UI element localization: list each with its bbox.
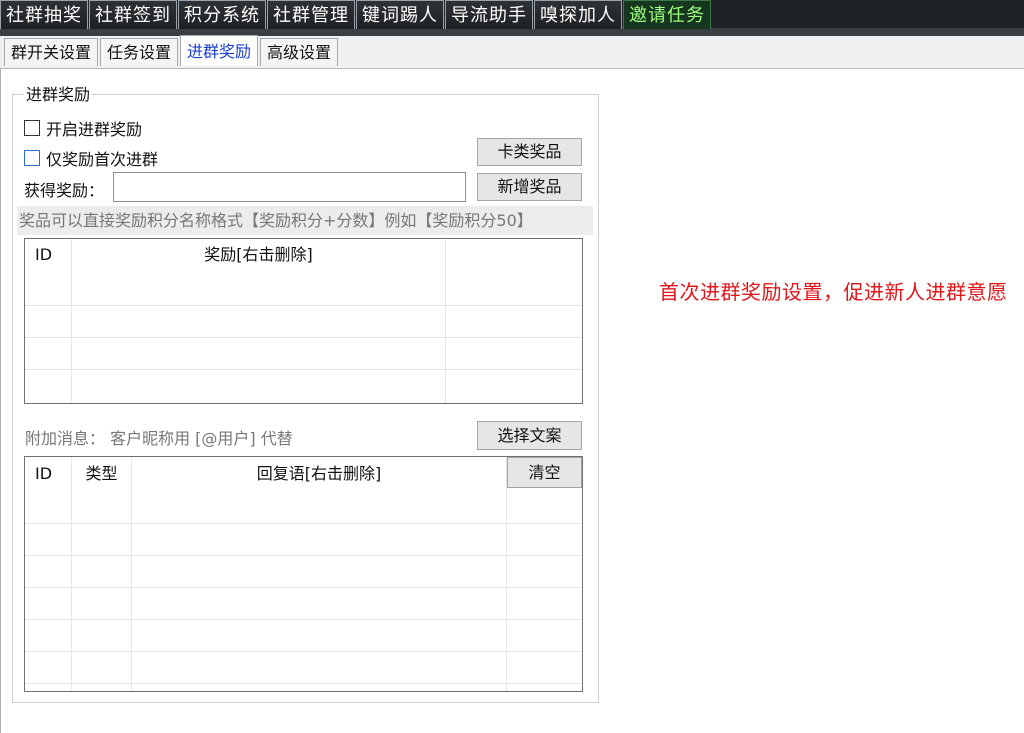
enable-reward-label: 开启进群奖励: [46, 120, 143, 139]
groupbox-title: 进群奖励: [24, 85, 93, 105]
reward-table-row-line: [25, 369, 582, 370]
top-tab-bar: 社群抽奖 社群签到 积分系统 社群管理 键词踢人 导流助手 嗅探加人 邀请任务: [0, 0, 1024, 36]
enable-reward-row[interactable]: 开启进群奖励: [24, 116, 142, 140]
reply-table-row-line: [25, 523, 582, 524]
reward-col-id[interactable]: ID: [35, 239, 71, 271]
clear-button[interactable]: 清空: [507, 457, 582, 488]
reply-table-row-line: [25, 619, 582, 620]
reward-input[interactable]: [113, 172, 466, 202]
enable-reward-checkbox[interactable]: [24, 120, 40, 136]
tab-points-system[interactable]: 积分系统: [178, 0, 266, 29]
sub-tabs: 群开关设置 任务设置 进群奖励 高级设置: [4, 35, 340, 66]
reply-table-row-line: [25, 587, 582, 588]
tab-community-lottery[interactable]: 社群抽奖: [0, 0, 88, 29]
card-prize-button[interactable]: 卡类奖品: [477, 138, 582, 166]
reward-table[interactable]: ID 奖励[右击删除]: [24, 238, 583, 404]
reply-table-col-divider: [506, 457, 507, 691]
tab-keyword-kick[interactable]: 键词踢人: [356, 0, 444, 29]
tab-task-settings[interactable]: 任务设置: [100, 38, 179, 66]
reply-table-row-line: [25, 555, 582, 556]
first-join-only-checkbox[interactable]: [24, 150, 40, 166]
reward-col-reward[interactable]: 奖励[右击删除]: [72, 239, 445, 271]
tab-join-reward[interactable]: 进群奖励: [180, 35, 259, 66]
tab-sniff-add[interactable]: 嗅探加人: [534, 0, 622, 29]
tab-advanced-settings[interactable]: 高级设置: [260, 38, 339, 66]
first-join-only-label: 仅奖励首次进群: [46, 150, 159, 169]
reply-col-reply[interactable]: 回复语[右击删除]: [132, 457, 506, 489]
prize-format-hint: 奖品可以直接奖励积分名称格式【奖励积分+分数】例如【奖励积分50】: [17, 206, 593, 235]
tab-invite-task[interactable]: 邀请任务: [623, 0, 711, 29]
top-tabs: 社群抽奖 社群签到 积分系统 社群管理 键词踢人 导流助手 嗅探加人 邀请任务: [0, 0, 712, 31]
reply-table-col-divider: [131, 457, 132, 691]
tab-community-checkin[interactable]: 社群签到: [89, 0, 177, 29]
reward-table-row-line: [25, 337, 582, 338]
select-copy-button[interactable]: 选择文案: [477, 421, 582, 450]
reply-table-row-line: [25, 651, 582, 652]
feature-annotation: 首次进群奖励设置，促进新人进群意愿: [659, 280, 1008, 304]
reply-col-id[interactable]: ID: [35, 457, 71, 489]
reply-table-row-line: [25, 683, 582, 684]
reward-label: 获得奖励：: [24, 181, 105, 200]
sub-tab-bar: 群开关设置 任务设置 进群奖励 高级设置: [0, 35, 1024, 69]
tab-group-switch-settings[interactable]: 群开关设置: [4, 38, 99, 66]
first-join-only-row[interactable]: 仅奖励首次进群: [24, 146, 158, 170]
extra-message-label: 附加消息： 客户昵称用 [@用户] 代替: [25, 429, 293, 448]
reply-col-type[interactable]: 类型: [72, 457, 131, 489]
reply-table-col-divider: [71, 457, 72, 691]
reward-col-extra[interactable]: [446, 239, 582, 271]
add-prize-button[interactable]: 新增奖品: [477, 173, 582, 201]
tab-community-management[interactable]: 社群管理: [267, 0, 355, 29]
panel-left-border: [0, 68, 1, 733]
reward-table-row-line: [25, 305, 582, 306]
tab-traffic-assistant[interactable]: 导流助手: [445, 0, 533, 29]
reply-table[interactable]: ID 类型 回复语[右击删除]: [24, 456, 583, 692]
